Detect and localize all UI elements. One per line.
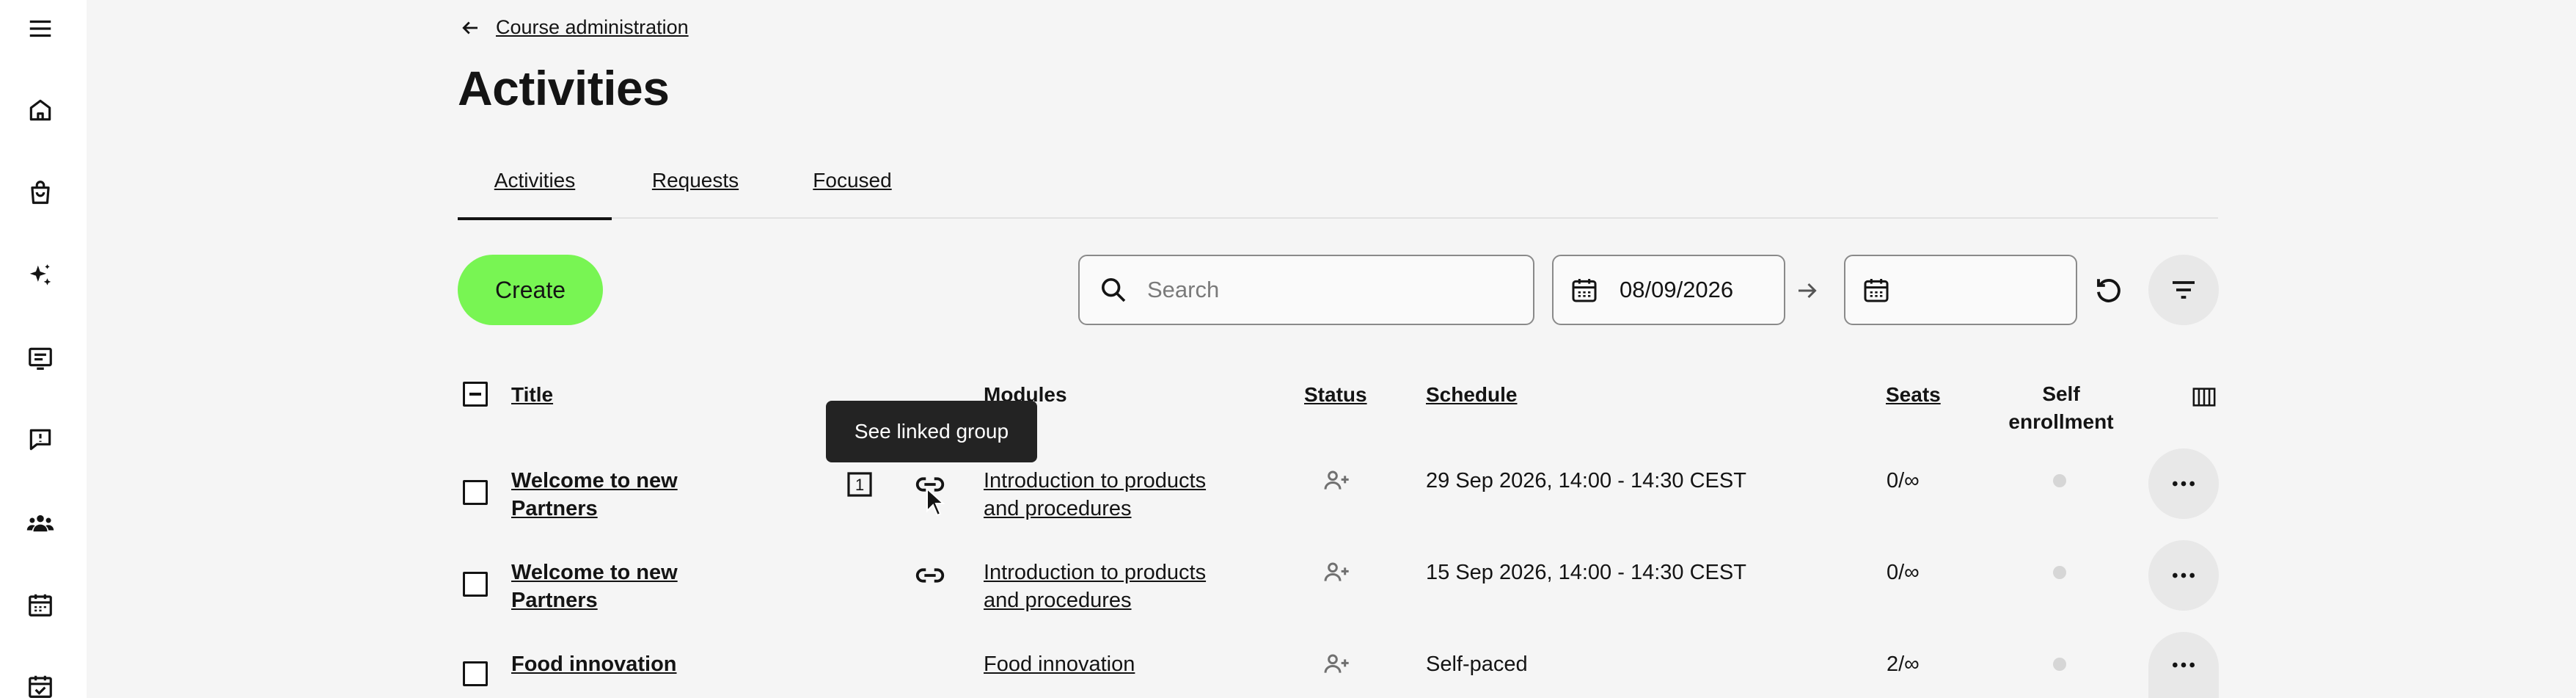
column-header-title[interactable]: Title bbox=[511, 383, 553, 407]
person-add-icon bbox=[1324, 470, 1349, 490]
row-title-line[interactable]: Partners bbox=[511, 586, 678, 614]
row-module-link[interactable]: Introduction to products and procedures bbox=[984, 467, 1206, 523]
more-horizontal-icon bbox=[2173, 572, 2195, 578]
arrow-left-icon[interactable] bbox=[459, 17, 481, 39]
row-module-line[interactable]: and procedures bbox=[984, 495, 1206, 523]
column-header-schedule[interactable]: Schedule bbox=[1426, 383, 1517, 407]
arrow-right-icon bbox=[1799, 283, 1817, 299]
search-input[interactable]: Search bbox=[1147, 277, 1219, 303]
shopping-bag-icon[interactable] bbox=[23, 175, 57, 209]
row-schedule: 29 Sep 2026, 14:00 - 14:30 CEST bbox=[1426, 469, 1746, 492]
row-schedule: 15 Sep 2026, 14:00 - 14:30 CEST bbox=[1426, 561, 1746, 584]
tab-bar: Activities Requests Focused bbox=[458, 166, 2218, 220]
row-seats: 0/∞ bbox=[1887, 561, 1920, 584]
group-count-icon[interactable]: 1 bbox=[846, 470, 874, 498]
row-title-line[interactable]: Welcome to new bbox=[511, 559, 678, 586]
users-icon[interactable] bbox=[23, 506, 57, 540]
create-button[interactable]: Create bbox=[458, 255, 603, 325]
row-module-link[interactable]: Food innovation bbox=[984, 650, 1135, 678]
row-schedule: Self-paced bbox=[1426, 652, 1528, 676]
row-seats: 2/∞ bbox=[1887, 652, 1920, 676]
calendar-check-icon[interactable] bbox=[23, 669, 57, 698]
search-icon bbox=[1102, 278, 1126, 302]
self-enrollment-indicator bbox=[2053, 566, 2066, 579]
select-all-checkbox[interactable] bbox=[463, 382, 488, 407]
date-from-value[interactable]: 08/09/2026 bbox=[1620, 277, 1733, 303]
menu-icon[interactable] bbox=[23, 12, 57, 46]
self-enrollment-indicator bbox=[2053, 658, 2066, 671]
reset-icon[interactable] bbox=[2093, 275, 2124, 306]
row-module-line[interactable]: Introduction to products bbox=[984, 467, 1206, 495]
calendar-icon[interactable] bbox=[23, 588, 57, 622]
back-link[interactable]: Course administration bbox=[496, 16, 689, 39]
person-add-icon bbox=[1324, 654, 1349, 673]
tab-activities[interactable]: Activities bbox=[458, 166, 612, 220]
column-header-status[interactable]: Status bbox=[1304, 383, 1367, 407]
row-more-button[interactable] bbox=[2148, 540, 2219, 611]
column-header-self-enrollment-line2: enrollment bbox=[2008, 410, 2114, 433]
mouse-cursor-icon bbox=[926, 487, 945, 517]
sparkles-icon[interactable] bbox=[23, 259, 57, 293]
filter-button[interactable] bbox=[2148, 255, 2219, 325]
feedback-icon[interactable] bbox=[23, 423, 57, 457]
row-module-line[interactable]: and procedures bbox=[984, 586, 1206, 614]
row-checkbox[interactable] bbox=[463, 480, 488, 505]
row-title-line[interactable]: Partners bbox=[511, 495, 678, 523]
columns-icon[interactable] bbox=[2192, 385, 2217, 410]
row-checkbox[interactable] bbox=[463, 661, 488, 686]
row-title-link[interactable]: Welcome to new Partners bbox=[511, 467, 678, 523]
group-count-value: 1 bbox=[855, 476, 864, 494]
home-icon[interactable] bbox=[23, 93, 57, 127]
linked-group-icon[interactable] bbox=[913, 559, 947, 592]
row-seats: 0/∞ bbox=[1887, 469, 1920, 492]
row-title-line[interactable]: Welcome to new bbox=[511, 467, 678, 495]
tab-focused[interactable]: Focused bbox=[810, 166, 895, 219]
date-to-field[interactable] bbox=[1844, 255, 2077, 325]
sidebar bbox=[0, 0, 87, 698]
breadcrumb: Course administration bbox=[459, 16, 689, 39]
more-horizontal-icon bbox=[2173, 481, 2195, 487]
app-root: Course administration Activities Activit… bbox=[0, 0, 2576, 698]
column-header-self-enrollment-line1: Self bbox=[2042, 382, 2080, 405]
tooltip: See linked group bbox=[826, 401, 1037, 462]
row-more-button[interactable] bbox=[2148, 448, 2219, 519]
search-field[interactable]: Search bbox=[1078, 255, 1534, 325]
row-module-line[interactable]: Introduction to products bbox=[984, 559, 1206, 586]
row-checkbox[interactable] bbox=[463, 572, 488, 597]
row-title-link[interactable]: Welcome to new Partners bbox=[511, 559, 678, 614]
filter-icon bbox=[2173, 281, 2195, 299]
row-module-link[interactable]: Introduction to products and procedures bbox=[984, 559, 1206, 614]
document-list-icon[interactable] bbox=[23, 341, 57, 375]
row-more-button[interactable] bbox=[2148, 632, 2219, 698]
person-add-icon bbox=[1324, 562, 1349, 581]
self-enrollment-indicator bbox=[2053, 474, 2066, 487]
column-header-seats[interactable]: Seats bbox=[1886, 383, 1941, 407]
tab-requests[interactable]: Requests bbox=[649, 166, 742, 219]
page-title: Activities bbox=[458, 61, 670, 115]
more-horizontal-icon bbox=[2173, 662, 2195, 668]
calendar-icon bbox=[1572, 279, 1597, 302]
row-title-link[interactable]: Food innovation bbox=[511, 650, 677, 678]
column-header-self-enrollment: Self enrollment bbox=[2002, 380, 2120, 436]
date-from-field[interactable]: 08/09/2026 bbox=[1552, 255, 1785, 325]
calendar-icon bbox=[1864, 279, 1889, 302]
